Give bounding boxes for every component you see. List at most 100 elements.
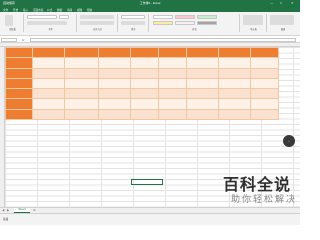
watermark-main-text: 百科全说 xyxy=(223,177,292,194)
table-header-cell[interactable] xyxy=(32,46,65,59)
table-cell[interactable] xyxy=(98,88,131,100)
table-cell[interactable] xyxy=(158,108,187,121)
table-row-label[interactable] xyxy=(5,88,33,100)
table-cell[interactable] xyxy=(218,88,251,100)
table-cell[interactable] xyxy=(250,108,279,121)
table-cell[interactable] xyxy=(218,57,251,69)
table-cell[interactable] xyxy=(64,88,99,100)
table-header-cell[interactable] xyxy=(250,46,279,59)
table-row-label[interactable] xyxy=(5,57,33,69)
table-cell[interactable] xyxy=(32,67,65,79)
add-sheet-icon[interactable]: ⊕ xyxy=(33,208,36,212)
table-cell[interactable] xyxy=(98,67,131,79)
table-cell[interactable] xyxy=(250,77,279,90)
table-cell[interactable] xyxy=(130,77,159,90)
style-check-cell[interactable] xyxy=(197,21,217,25)
align-buttons-bottom[interactable] xyxy=(80,21,114,25)
table-header-cell[interactable] xyxy=(186,46,219,59)
maximize-button[interactable]: □ xyxy=(280,1,282,5)
style-neutral[interactable] xyxy=(153,21,173,25)
sort-find-buttons[interactable] xyxy=(270,15,294,25)
table-cell[interactable] xyxy=(158,77,187,90)
table-cell[interactable] xyxy=(218,108,251,121)
table-cell[interactable] xyxy=(64,57,99,69)
close-button[interactable]: ✕ xyxy=(291,1,294,5)
table-cell[interactable] xyxy=(32,98,65,110)
table-cell[interactable] xyxy=(130,98,159,110)
floating-tool-button[interactable]: › xyxy=(283,135,295,147)
table-row xyxy=(5,57,279,69)
table-cell[interactable] xyxy=(218,67,251,79)
fx-icon[interactable]: fx xyxy=(22,38,24,42)
table-cell[interactable] xyxy=(130,57,159,69)
table-row-label[interactable] xyxy=(5,108,33,121)
table-cell[interactable] xyxy=(98,98,131,110)
table-header-cell[interactable] xyxy=(64,46,99,59)
insert-delete-format-buttons[interactable] xyxy=(243,15,263,25)
style-normal[interactable] xyxy=(153,15,173,19)
style-calculation[interactable] xyxy=(175,21,195,25)
table-cell[interactable] xyxy=(218,98,251,110)
table-cell[interactable] xyxy=(158,88,187,100)
data-table xyxy=(5,46,279,121)
table-cell[interactable] xyxy=(186,88,219,100)
table-cell[interactable] xyxy=(250,67,279,79)
table-cell[interactable] xyxy=(64,98,99,110)
sheet-prev-icon[interactable]: ◀ xyxy=(2,208,4,212)
table-cell[interactable] xyxy=(158,67,187,79)
alignment-group: 对齐方式 xyxy=(78,14,118,32)
table-row-label[interactable] xyxy=(5,67,33,79)
table-cell[interactable] xyxy=(158,57,187,69)
paste-icon[interactable] xyxy=(5,15,13,26)
font-group: 字体 xyxy=(25,14,77,32)
table-cell[interactable] xyxy=(32,77,65,90)
autosave-label[interactable]: 自动保存 xyxy=(3,1,15,5)
table-cell[interactable] xyxy=(186,67,219,79)
table-cell[interactable] xyxy=(158,98,187,110)
table-cell[interactable] xyxy=(130,88,159,100)
number-format-select[interactable] xyxy=(121,15,145,19)
status-bar: 就绪 xyxy=(0,213,300,225)
table-cell[interactable] xyxy=(186,98,219,110)
table-cell[interactable] xyxy=(130,108,159,121)
table-header-cell[interactable] xyxy=(130,46,159,59)
sheet-next-icon[interactable]: ▶ xyxy=(7,208,9,212)
number-format-buttons[interactable] xyxy=(121,21,145,25)
selected-cell[interactable] xyxy=(131,179,163,185)
table-cell[interactable] xyxy=(64,67,99,79)
table-header-cell[interactable] xyxy=(5,46,33,59)
table-header-cell[interactable] xyxy=(98,46,131,59)
table-cell[interactable] xyxy=(250,98,279,110)
style-good[interactable] xyxy=(197,15,217,19)
font-size-select[interactable] xyxy=(59,15,69,19)
font-name-select[interactable] xyxy=(27,15,57,19)
formula-input[interactable] xyxy=(30,38,296,42)
table-header-cell[interactable] xyxy=(158,46,187,59)
table-cell[interactable] xyxy=(98,77,131,90)
table-cell[interactable] xyxy=(32,108,65,121)
table-cell[interactable] xyxy=(218,77,251,90)
table-cell[interactable] xyxy=(250,57,279,69)
table-cell[interactable] xyxy=(186,57,219,69)
table-row-label[interactable] xyxy=(5,98,33,110)
name-box[interactable] xyxy=(1,38,17,42)
clipboard-group: 剪贴板 xyxy=(2,14,24,32)
table-row xyxy=(5,88,279,100)
table-cell[interactable] xyxy=(130,67,159,79)
table-row-label[interactable] xyxy=(5,77,33,90)
table-header-cell[interactable] xyxy=(218,46,251,59)
table-cell[interactable] xyxy=(186,108,219,121)
table-cell[interactable] xyxy=(186,77,219,90)
table-cell[interactable] xyxy=(98,57,131,69)
table-cell[interactable] xyxy=(32,57,65,69)
table-cell[interactable] xyxy=(250,88,279,100)
table-cell[interactable] xyxy=(64,77,99,90)
align-buttons-top[interactable] xyxy=(80,15,114,19)
ribbon: 剪贴板 字体 对齐方式 数字 样式 单元格 编辑 xyxy=(0,12,300,36)
minimize-button[interactable]: — xyxy=(270,1,273,5)
font-format-buttons[interactable] xyxy=(27,21,67,25)
table-cell[interactable] xyxy=(98,108,131,121)
table-cell[interactable] xyxy=(32,88,65,100)
style-bad[interactable] xyxy=(175,15,195,19)
table-cell[interactable] xyxy=(64,108,99,121)
